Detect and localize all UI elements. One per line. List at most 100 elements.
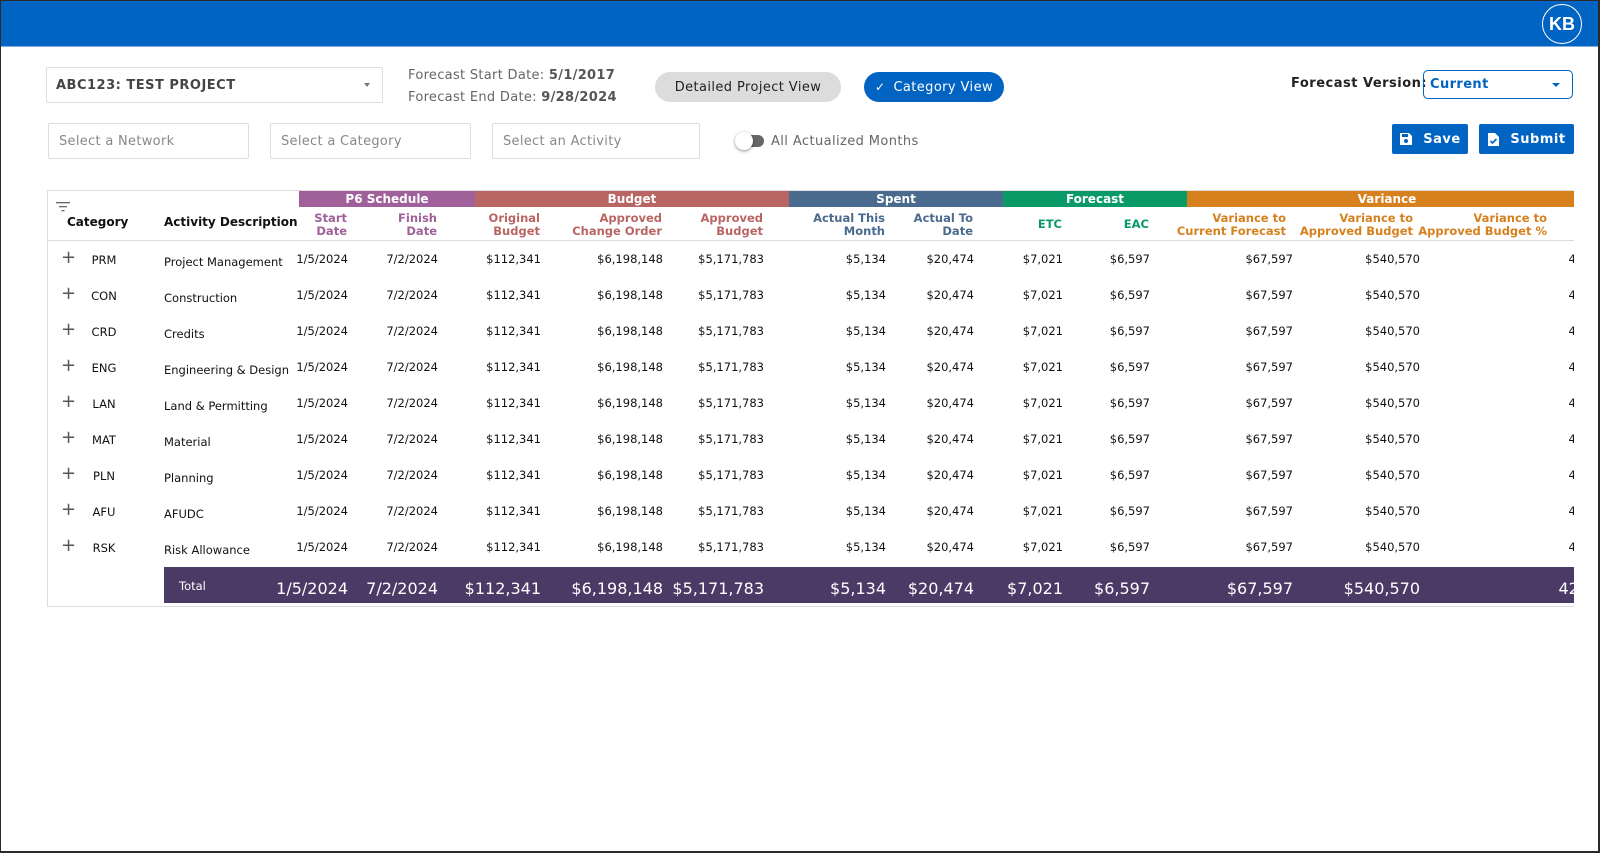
table-cell: $67,597: [1245, 360, 1293, 374]
table-cell: $112,341: [486, 540, 541, 554]
table-cell: $6,597: [1109, 252, 1150, 266]
filter-icon[interactable]: [56, 197, 70, 216]
activity-description: Land & Permitting: [164, 399, 268, 413]
table-cell: 1/5/2024: [296, 252, 348, 266]
table-cell: $5,171,783: [698, 288, 764, 302]
table-cell: $6,198,148: [597, 432, 663, 446]
column-header-activity[interactable]: Activity Description: [164, 215, 298, 229]
expand-plus-icon[interactable]: +: [61, 429, 76, 447]
table-cell: $67,597: [1245, 504, 1293, 518]
category-code: AFU: [92, 505, 116, 519]
table-cell: $5,134: [845, 468, 886, 482]
category-code: CON: [91, 289, 117, 303]
column-header[interactable]: Actual To Date: [914, 212, 973, 238]
save-button[interactable]: Save: [1392, 124, 1468, 154]
table-cell: $6,597: [1109, 540, 1150, 554]
table-cell: 1/5/2024: [296, 468, 348, 482]
column-header[interactable]: Finish Date: [398, 212, 437, 238]
column-header[interactable]: Original Budget: [489, 212, 540, 238]
table-cell: $20,474: [926, 324, 974, 338]
expand-plus-icon[interactable]: +: [61, 393, 76, 411]
submit-button[interactable]: Submit: [1479, 124, 1574, 154]
table-cell: $20,474: [926, 396, 974, 410]
expand-plus-icon[interactable]: +: [61, 249, 76, 267]
column-header[interactable]: Start Date: [314, 212, 347, 238]
table-row[interactable]: + CRD Credits 1/5/2024 7/2/2024 $112,341 $6,19…: [48, 313, 1574, 349]
save-label: Save: [1423, 131, 1461, 147]
network-select[interactable]: Select a Network: [48, 123, 249, 159]
column-header[interactable]: Variance to Approved Budget %: [1418, 212, 1547, 238]
column-header[interactable]: Approved Change Order: [572, 212, 662, 238]
category-view-button[interactable]: ✓ Category View: [864, 72, 1004, 102]
table-row[interactable]: + RSK Risk Allowance 1/5/2024 7/2/2024 $112,3…: [48, 529, 1574, 565]
activity-select[interactable]: Select an Activity: [492, 123, 700, 159]
table-row[interactable]: + ENG Engineering & Design 1/5/2024 7/2/2024…: [48, 349, 1574, 385]
category-code: ENG: [91, 361, 117, 375]
column-header-category[interactable]: Category: [67, 215, 128, 229]
table-cell: $540,570: [1365, 504, 1420, 518]
table-cell: 42%: [1568, 360, 1574, 374]
table-cell: $6,597: [1109, 396, 1150, 410]
project-select[interactable]: ABC123: TEST PROJECT: [46, 67, 383, 103]
table-cell: $112,341: [486, 396, 541, 410]
table-cell: 7/2/2024: [386, 504, 438, 518]
table-row[interactable]: + MAT Material 1/5/2024 7/2/2024 $112,341 $6,1…: [48, 421, 1574, 457]
table-cell: $6,198,148: [597, 540, 663, 554]
category-code: MAT: [92, 433, 116, 447]
toggle-knob: [735, 132, 753, 150]
user-avatar[interactable]: KB: [1542, 4, 1582, 44]
table-cell: $7,021: [1022, 396, 1063, 410]
table-cell: $5,134: [845, 360, 886, 374]
column-header[interactable]: Actual This Month: [813, 212, 885, 238]
table-cell: $5,134: [845, 288, 886, 302]
total-row: Total 1/5/2024 7/2/2024 $112,341 $6,198,148 $…: [164, 567, 1574, 603]
table-row[interactable]: + AFU AFUDC 1/5/2024 7/2/2024 $112,341 $6,198,…: [48, 493, 1574, 529]
expand-plus-icon[interactable]: +: [61, 285, 76, 303]
table-cell: $112,341: [486, 252, 541, 266]
column-header[interactable]: ETC: [1038, 218, 1062, 231]
table-cell: $540,570: [1365, 432, 1420, 446]
category-view-label: Category View: [893, 79, 994, 95]
table-cell: $6,597: [1109, 360, 1150, 374]
expand-plus-icon[interactable]: +: [61, 465, 76, 483]
table-row[interactable]: + CON Construction 1/5/2024 7/2/2024 $112,341…: [48, 277, 1574, 313]
table-row[interactable]: + PLN Planning 1/5/2024 7/2/2024 $112,341 $6,1…: [48, 457, 1574, 493]
table-cell: 7/2/2024: [386, 360, 438, 374]
table-row[interactable]: + PRM Project Management 1/5/2024 7/2/2024 $1…: [48, 241, 1574, 277]
total-cell: $112,341: [464, 579, 541, 598]
column-header[interactable]: EAC: [1124, 218, 1149, 231]
table-cell: $112,341: [486, 504, 541, 518]
forecast-start-label: Forecast Start Date:: [408, 68, 545, 83]
all-actualized-months-toggle[interactable]: [735, 132, 764, 150]
category-code: PRM: [91, 253, 117, 267]
expand-plus-icon[interactable]: +: [61, 321, 76, 339]
column-header[interactable]: Variance to Current Forecast: [1177, 212, 1286, 238]
category-select[interactable]: Select a Category: [270, 123, 471, 159]
activity-description: AFUDC: [164, 507, 204, 521]
detailed-project-view-button[interactable]: Detailed Project View: [655, 72, 841, 102]
forecast-version-select[interactable]: Current: [1423, 70, 1573, 99]
table-cell: $5,134: [845, 396, 886, 410]
table-cell: 1/5/2024: [296, 396, 348, 410]
table-cell: $20,474: [926, 540, 974, 554]
total-cell: $5,134: [830, 579, 886, 598]
table-cell: $112,341: [486, 288, 541, 302]
table-cell: $5,171,783: [698, 432, 764, 446]
table-row[interactable]: + LAN Land & Permitting 1/5/2024 7/2/2024 $11…: [48, 385, 1574, 421]
column-header[interactable]: Variance to Approved Budget: [1300, 212, 1413, 238]
table-cell: 1/5/2024: [296, 432, 348, 446]
table-cell: $20,474: [926, 432, 974, 446]
total-cell: $6,198,148: [571, 579, 663, 598]
table-cell: 7/2/2024: [386, 432, 438, 446]
expand-plus-icon[interactable]: +: [61, 537, 76, 555]
forecast-version-value: Current: [1430, 77, 1489, 92]
expand-plus-icon[interactable]: +: [61, 357, 76, 375]
table-cell: $112,341: [486, 432, 541, 446]
table-cell: 42%: [1568, 324, 1574, 338]
activity-description: Construction: [164, 291, 238, 305]
table-cell: $540,570: [1365, 468, 1420, 482]
table-cell: $540,570: [1365, 396, 1420, 410]
column-header[interactable]: Approved Budget: [701, 212, 763, 238]
table-cell: $6,198,148: [597, 252, 663, 266]
expand-plus-icon[interactable]: +: [61, 501, 76, 519]
